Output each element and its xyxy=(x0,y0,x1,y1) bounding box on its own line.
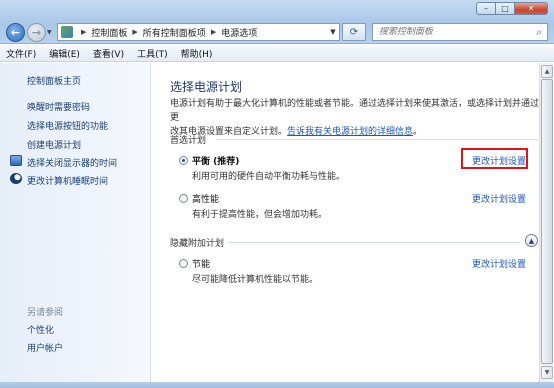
monitor-icon xyxy=(10,155,22,166)
scroll-up-button[interactable]: ▲ xyxy=(541,65,553,78)
close-button[interactable]: ✕ xyxy=(515,2,548,15)
menu-edit[interactable]: 编辑(E) xyxy=(49,47,80,60)
menu-file[interactable]: 文件(F) xyxy=(6,47,36,60)
sidebar: 控制面板主页 唤醒时需要密码 选择电源按钮的功能 创建电源计划 选择关闭显示器的… xyxy=(0,63,151,382)
minimize-button[interactable]: – xyxy=(476,2,496,15)
moon-icon xyxy=(10,173,22,184)
plan-balanced-desc: 利用可用的硬件自动平衡功耗与性能。 xyxy=(192,172,346,182)
see-also-heading: 另请参阅 xyxy=(27,308,64,318)
vertical-scrollbar[interactable]: ▲ ▼ xyxy=(539,63,553,382)
collapse-button[interactable]: ▲ xyxy=(525,234,538,247)
window-controls: – □ ✕ xyxy=(476,2,548,15)
scroll-thumb[interactable] xyxy=(541,79,553,364)
breadcrumb-all-items[interactable]: 所有控制面板项 xyxy=(143,26,206,39)
sidebar-item-user-accounts[interactable]: 用户帐户 xyxy=(27,341,63,354)
control-panel-icon xyxy=(61,26,73,38)
menu-tools[interactable]: 工具(T) xyxy=(137,47,168,60)
refresh-button[interactable]: ⟳ xyxy=(342,23,366,41)
breadcrumb-power-options[interactable]: 电源选项 xyxy=(221,26,257,39)
plan-high-performance-radio[interactable] xyxy=(179,194,188,203)
breadcrumb-control-panel[interactable]: 控制面板 xyxy=(91,26,127,39)
plan-balanced-name[interactable]: 平衡 (推荐) xyxy=(192,154,239,167)
recent-pages-dropdown-icon[interactable]: ▼ xyxy=(47,29,52,36)
plan-high-performance-change-link[interactable]: 更改计划设置 xyxy=(472,192,526,205)
page-title: 选择电源计划 xyxy=(170,80,243,94)
window-bottom-border xyxy=(0,382,554,388)
plan-high-performance-name[interactable]: 高性能 xyxy=(192,192,219,205)
title-bar: – □ ✕ ← → ▼ ▶ 控制面板 ▶ 所有控制面板项 ▶ 电源选项 ▼ ⟳ … xyxy=(0,0,554,44)
menu-help[interactable]: 帮助(H) xyxy=(181,47,213,60)
sidebar-item-create-plan[interactable]: 创建电源计划 xyxy=(27,138,81,151)
plan-balanced-radio[interactable] xyxy=(179,156,188,165)
group-divider xyxy=(228,242,520,243)
address-bar[interactable]: ▶ 控制面板 ▶ 所有控制面板项 ▶ 电源选项 ▼ xyxy=(57,23,340,41)
sidebar-item-personalization[interactable]: 个性化 xyxy=(27,323,54,336)
group-divider xyxy=(216,139,538,140)
plan-power-saver-change-link[interactable]: 更改计划设置 xyxy=(472,257,526,270)
breadcrumb-separator[interactable]: ▶ xyxy=(211,28,216,36)
hidden-plans-heading[interactable]: 隐藏附加计划 xyxy=(170,236,224,249)
search-icon[interactable]: ⌕ xyxy=(531,27,547,38)
search-input[interactable] xyxy=(379,27,531,37)
sidebar-item-display-off[interactable]: 选择关闭显示器的时间 xyxy=(27,156,117,169)
page-description: 电源计划有助于最大化计算机的性能或者节能。通过选择计划来使其激活，或选择计划并通… xyxy=(170,97,540,139)
description-end: 。 xyxy=(413,127,423,137)
address-dropdown-icon[interactable]: ▼ xyxy=(327,28,339,36)
description-line-1: 电源计划有助于最大化计算机的性能或者节能。通过选择计划来使其激活，或选择计划并通… xyxy=(170,99,540,123)
main-content: 选择电源计划 电源计划有助于最大化计算机的性能或者节能。通过选择计划来使其激活，… xyxy=(152,63,539,382)
scroll-down-button[interactable]: ▼ xyxy=(541,366,553,379)
sidebar-item-power-button[interactable]: 选择电源按钮的功能 xyxy=(27,119,108,132)
sidebar-item-sleep-time[interactable]: 更改计算机睡眠时间 xyxy=(27,174,108,187)
search-box[interactable]: ⌕ xyxy=(372,23,548,41)
menu-view[interactable]: 查看(V) xyxy=(93,47,124,60)
plan-balanced-change-link[interactable]: 更改计划设置 xyxy=(472,154,526,167)
plan-high-performance-desc: 有利于提高性能，但会增加功耗。 xyxy=(192,210,328,220)
plan-power-saver-radio[interactable] xyxy=(179,259,188,268)
sidebar-control-panel-home[interactable]: 控制面板主页 xyxy=(27,74,81,87)
power-plan-info-link[interactable]: 告诉我有关电源计划的详细信息 xyxy=(287,127,413,137)
breadcrumb-separator[interactable]: ▶ xyxy=(132,28,137,36)
sidebar-item-wake-password[interactable]: 唤醒时需要密码 xyxy=(27,100,90,113)
menu-bar: 文件(F) 编辑(E) 查看(V) 工具(T) 帮助(H) xyxy=(0,45,554,62)
plan-power-saver-desc: 尽可能降低计算机性能以节能。 xyxy=(192,275,319,285)
breadcrumb-separator[interactable]: ▶ xyxy=(81,28,86,36)
forward-button[interactable]: → xyxy=(27,23,46,42)
preferred-plans-heading: 首选计划 xyxy=(170,136,207,146)
back-button[interactable]: ← xyxy=(6,23,25,42)
maximize-button[interactable]: □ xyxy=(496,2,515,15)
plan-power-saver-name[interactable]: 节能 xyxy=(192,257,210,270)
